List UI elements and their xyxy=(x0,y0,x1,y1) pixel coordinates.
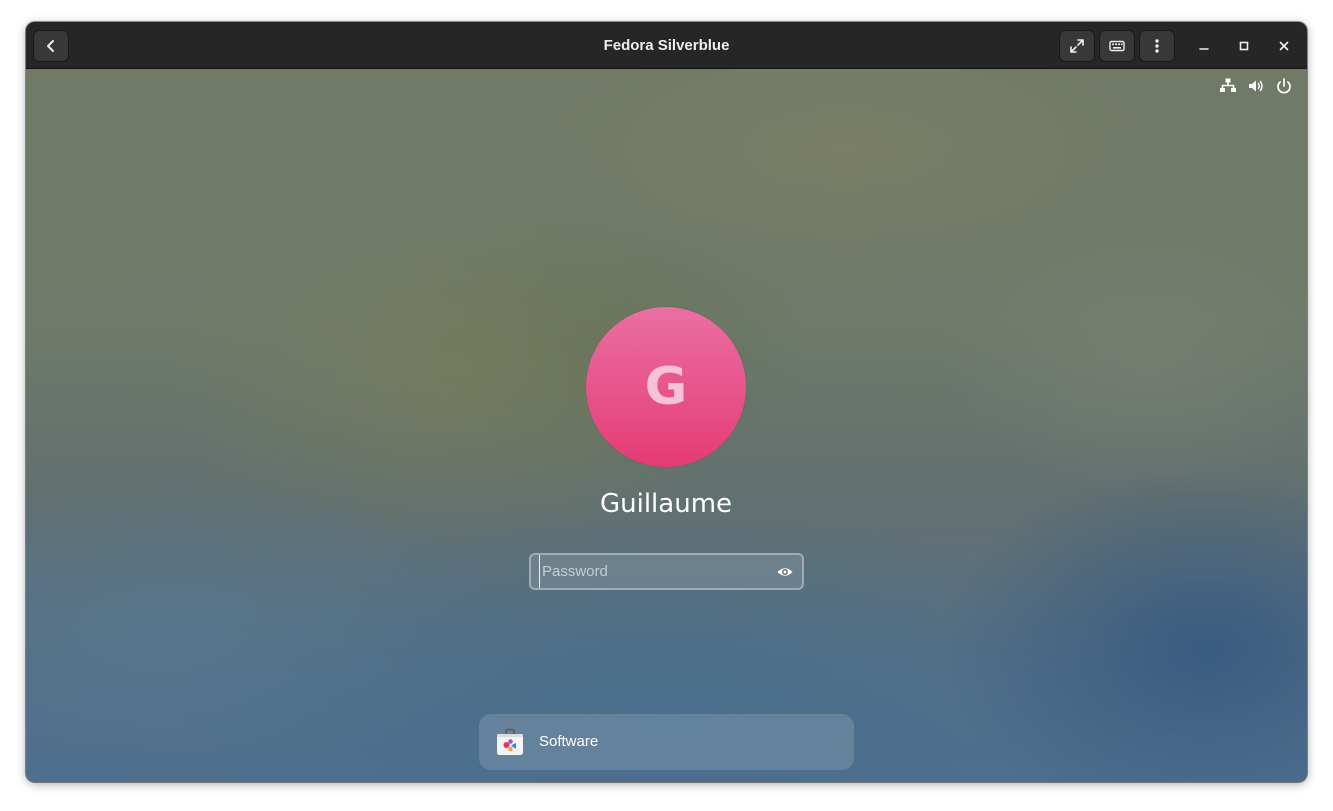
chevron-left-icon xyxy=(47,40,54,52)
maximize-button[interactable] xyxy=(1232,34,1256,58)
user-name: Guillaume xyxy=(599,489,733,519)
header-bar: Fedora Silverblue xyxy=(26,22,1307,69)
back-button[interactable] xyxy=(33,30,69,62)
avatar-initial: G xyxy=(644,357,688,417)
user-avatar: G xyxy=(586,307,746,467)
eye-icon xyxy=(777,568,793,576)
fullscreen-button[interactable] xyxy=(1059,30,1095,62)
wired-network-icon[interactable] xyxy=(1219,77,1237,95)
volume-icon[interactable] xyxy=(1247,77,1265,95)
login-screen: G Guillaume Software xyxy=(26,69,1307,782)
software-bag-icon xyxy=(497,728,523,755)
password-field[interactable] xyxy=(529,553,804,590)
close-button[interactable] xyxy=(1272,34,1296,58)
reveal-password-button[interactable] xyxy=(776,563,794,581)
keyboard-icon xyxy=(1109,40,1125,52)
power-icon[interactable] xyxy=(1275,77,1293,95)
system-tray[interactable] xyxy=(1219,77,1293,95)
fullscreen-icon xyxy=(1070,39,1084,53)
minimize-icon xyxy=(1199,48,1209,50)
menu-button[interactable] xyxy=(1139,30,1175,62)
maximize-icon xyxy=(1239,41,1249,51)
vm-window: Fedora Silverblue G Guillaume Software xyxy=(26,22,1307,782)
notification-label: Software xyxy=(539,733,599,750)
keyboard-button[interactable] xyxy=(1099,30,1135,62)
password-input[interactable] xyxy=(539,555,769,588)
vertical-dots-icon xyxy=(1155,39,1159,53)
software-notification[interactable]: Software xyxy=(479,714,854,770)
minimize-button[interactable] xyxy=(1192,34,1216,58)
close-icon xyxy=(1279,41,1289,51)
